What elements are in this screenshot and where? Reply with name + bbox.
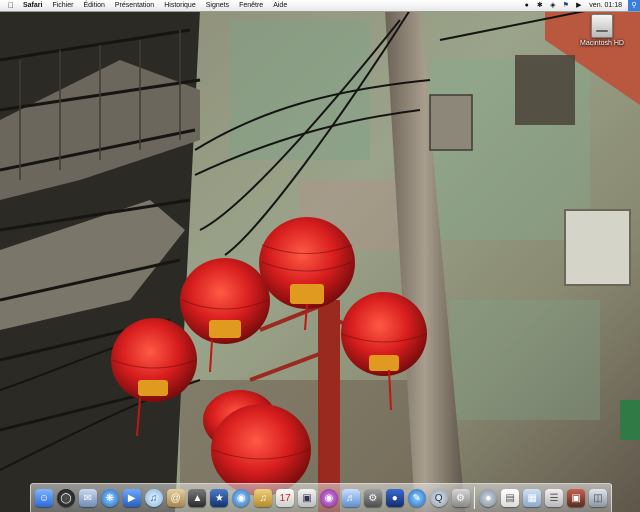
calendar-icon[interactable]: ◉ [319, 489, 338, 507]
hard-drive-icon [591, 14, 613, 38]
desktop-wallpaper [0, 0, 640, 512]
safari-icon[interactable]: ❋ [100, 489, 119, 507]
folder-icon[interactable]: ▦ [523, 489, 542, 507]
ical-icon[interactable]: 17 [276, 489, 295, 507]
dock: ☺ ◯ ✉ ❋ ▶ ♫ @ ▲ ★ ◉ ♫ 17 ▣ ◉ ♬ ⚙ ● ✎ Q ⚙… [30, 483, 612, 512]
menu-bar:  Safari Fichier Édition Présentation Hi… [0, 0, 640, 12]
system-preferences-icon[interactable]: ⚙ [451, 489, 470, 507]
address-book-icon[interactable]: @ [166, 489, 185, 507]
wifi-icon[interactable]: ◈ [547, 0, 558, 11]
menu-presentation[interactable]: Présentation [110, 0, 159, 11]
automator-icon[interactable]: ⚙ [363, 489, 382, 507]
quicktime-icon[interactable]: Q [429, 489, 448, 507]
menu-aide[interactable]: Aide [268, 0, 292, 11]
menu-edition[interactable]: Édition [78, 0, 109, 11]
spotlight-icon[interactable]: ⚲ [628, 0, 640, 11]
menubar-clock[interactable]: ven. 01:18 [585, 0, 628, 11]
photo-icon[interactable]: ▣ [567, 489, 586, 507]
document-icon[interactable]: ▤ [501, 489, 520, 507]
menu-app-safari[interactable]: Safari [18, 0, 47, 11]
itunes-icon[interactable]: ♫ [144, 489, 163, 507]
iphoto-icon[interactable]: ▲ [188, 489, 207, 507]
finder-icon[interactable]: ☺ [35, 489, 53, 507]
status-area: ● ✱ ◈ ⚑ ▶ ven. 01:18 ⚲ [520, 0, 640, 11]
network-icon[interactable]: ● [479, 489, 498, 507]
textedit-icon[interactable]: ✎ [407, 489, 426, 507]
photo-booth-icon[interactable]: ● [385, 489, 404, 507]
imovie-icon[interactable]: ★ [210, 489, 229, 507]
preview-icon[interactable]: ▣ [298, 489, 317, 507]
menu-fenetre[interactable]: Fenêtre [234, 0, 268, 11]
dashboard-icon[interactable]: ◯ [56, 489, 75, 507]
apple-icon[interactable]:  [4, 0, 18, 11]
hd-icon-label: Macintosh HD [580, 40, 624, 47]
trash-icon[interactable]: ◫ [588, 489, 607, 507]
flag-icon[interactable]: ⚑ [560, 0, 571, 11]
garageband-icon[interactable]: ♫ [254, 489, 273, 507]
user-icon[interactable]: ● [521, 0, 532, 11]
volume-icon[interactable]: ▶ [573, 0, 584, 11]
itunes-store-icon[interactable]: ♬ [341, 489, 360, 507]
menu-historique[interactable]: Historique [159, 0, 201, 11]
idvd-icon[interactable]: ◉ [232, 489, 251, 507]
bluetooth-icon[interactable]: ✱ [534, 0, 545, 11]
dock-separator [473, 487, 476, 509]
mail-icon[interactable]: ✉ [78, 489, 97, 507]
menu-fichier[interactable]: Fichier [47, 0, 78, 11]
desktop-hd-icon[interactable]: Macintosh HD [578, 14, 626, 47]
ichat-icon[interactable]: ▶ [122, 489, 141, 507]
menu-signets[interactable]: Signets [201, 0, 234, 11]
stack-icon[interactable]: ☰ [545, 489, 564, 507]
